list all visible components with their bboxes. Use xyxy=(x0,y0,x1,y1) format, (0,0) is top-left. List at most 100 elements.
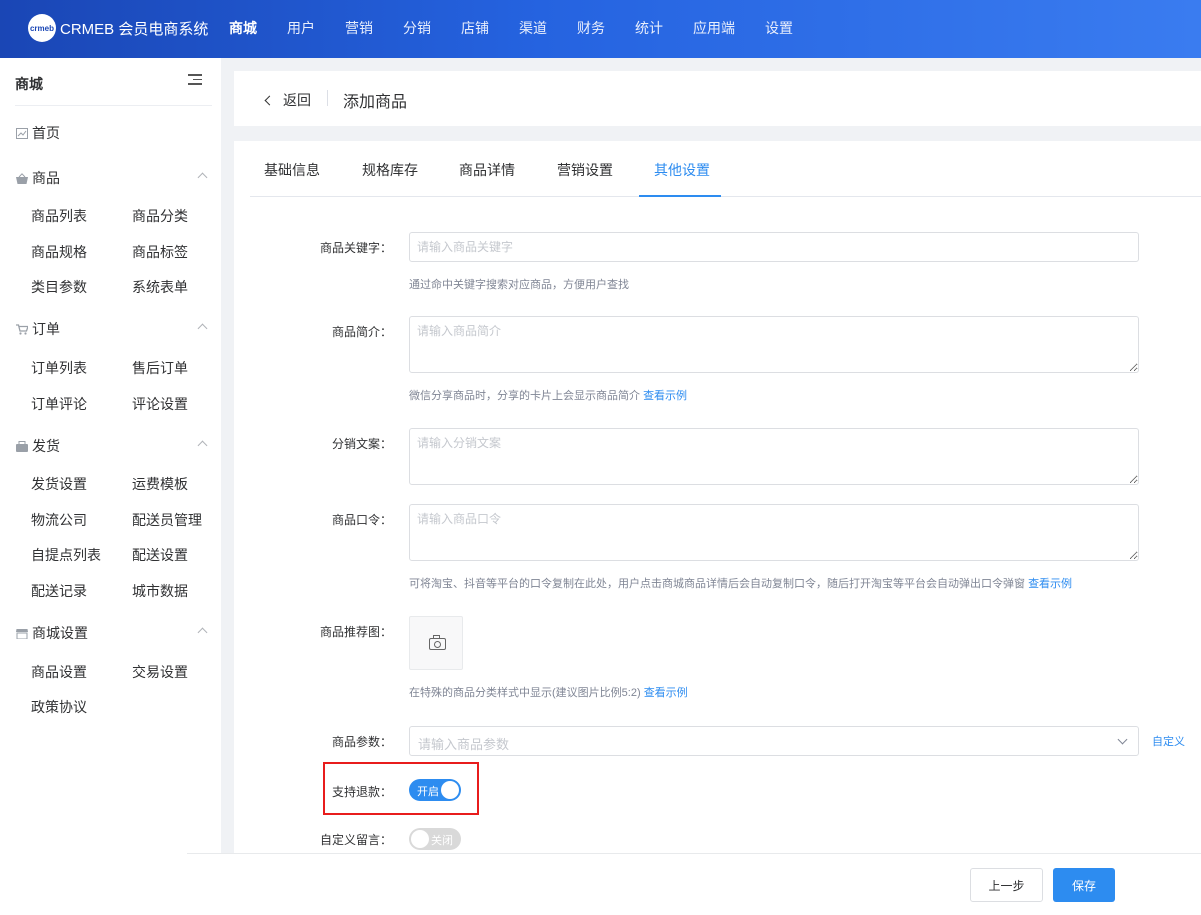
cart-icon xyxy=(16,323,28,335)
sidebar-item-city-data[interactable]: 城市数据 xyxy=(132,581,188,601)
tab-marketing-settings[interactable]: 营销设置 xyxy=(557,160,613,180)
sidebar-item-order-reviews[interactable]: 订单评论 xyxy=(31,394,87,414)
image-upload[interactable] xyxy=(409,616,463,670)
sidebar-item-freight-templates[interactable]: 运费模板 xyxy=(132,474,188,494)
nav-item-settings[interactable]: 设置 xyxy=(750,0,808,58)
sidebar-item-pickup-points[interactable]: 自提点列表 xyxy=(31,545,101,565)
prev-step-button[interactable]: 上一步 xyxy=(970,868,1043,902)
package-icon xyxy=(16,440,28,452)
params-select[interactable]: 请输入商品参数 xyxy=(409,726,1139,756)
logo-text: CRMEB 会员电商系统 xyxy=(60,20,209,38)
intro-tip: 微信分享商品时，分享的卡片上会显示商品简介 查看示例 xyxy=(409,387,687,403)
tab-product-detail[interactable]: 商品详情 xyxy=(459,160,515,180)
intro-textarea[interactable] xyxy=(409,316,1139,373)
recommend-image-example-link[interactable]: 查看示例 xyxy=(644,687,688,699)
sidebar-item-couriers[interactable]: 配送员管理 xyxy=(132,510,202,530)
sidebar-item-product-spec[interactable]: 商品规格 xyxy=(31,242,87,262)
sidebar-title: 商城 xyxy=(15,76,43,92)
sidebar-item-delivery-records[interactable]: 配送记录 xyxy=(31,581,87,601)
intro-label: 商品简介： xyxy=(331,325,392,339)
sidebar-item-label: 首页 xyxy=(32,125,60,141)
keywords-tip: 通过命中关键字搜索对应商品，方便用户查找 xyxy=(409,279,629,291)
sidebar-group-products[interactable]: 商品 xyxy=(16,168,208,188)
logo[interactable]: crmeb CRMEB 会员电商系统 xyxy=(28,14,208,42)
sidebar-group-mall-settings[interactable]: 商城设置 xyxy=(16,623,208,643)
sidebar-header: 商城 xyxy=(15,58,212,106)
custom-message-toggle[interactable]: 关闭 xyxy=(409,828,461,850)
product-form-card: 基础信息 规格库存 商品详情 营销设置 其他设置 商品关键字： 通过命中关键字搜… xyxy=(234,141,1201,915)
sidebar-item-product-category[interactable]: 商品分类 xyxy=(132,206,188,226)
params-label: 商品参数： xyxy=(331,735,392,749)
store-icon xyxy=(16,628,28,639)
sidebar-item-delivery-settings[interactable]: 配送设置 xyxy=(132,545,188,565)
password-tip-text: 可将淘宝、抖音等平台的口令复制在此处，用户点击商城商品详情后会自动复制口令，随后… xyxy=(409,578,1025,590)
distribution-copy-label: 分销文案： xyxy=(331,437,392,451)
nav-item-statistics[interactable]: 统计 xyxy=(620,0,678,58)
intro-tip-text: 微信分享商品时，分享的卡片上会显示商品简介 xyxy=(409,390,640,402)
nav-item-channels[interactable]: 渠道 xyxy=(504,0,562,58)
recommend-image-tip: 在特殊的商品分类样式中显示(建议图片比例5:2) 查看示例 xyxy=(409,684,688,700)
sidebar-item-product-list[interactable]: 商品列表 xyxy=(31,206,87,226)
collapse-menu-icon[interactable] xyxy=(188,74,202,86)
chevron-left-icon xyxy=(264,95,275,105)
sidebar-item-order-list[interactable]: 订单列表 xyxy=(31,358,87,378)
main-nav: 商城 用户 营销 分销 店铺 渠道 财务 统计 应用端 设置 xyxy=(214,0,808,58)
custom-message-label: 自定义留言： xyxy=(319,833,392,847)
nav-item-users[interactable]: 用户 xyxy=(272,0,330,58)
sidebar-item-policies[interactable]: 政策协议 xyxy=(31,697,87,717)
distribution-copy-textarea[interactable] xyxy=(409,428,1139,485)
sidebar-item-shipping-settings[interactable]: 发货设置 xyxy=(31,474,87,494)
password-example-link[interactable]: 查看示例 xyxy=(1028,578,1072,590)
custom-message-toggle-text: 关闭 xyxy=(431,835,453,847)
back-button[interactable]: 返回 xyxy=(264,90,311,110)
sidebar-item-category-params[interactable]: 类目参数 xyxy=(31,277,87,297)
keywords-input[interactable] xyxy=(409,232,1139,262)
tab-basic-info[interactable]: 基础信息 xyxy=(264,160,320,180)
sidebar-item-system-forms[interactable]: 系统表单 xyxy=(132,277,188,297)
back-label: 返回 xyxy=(283,92,311,108)
params-placeholder: 请输入商品参数 xyxy=(418,737,510,752)
form-tabs: 基础信息 规格库存 商品详情 营销设置 其他设置 xyxy=(250,141,1201,197)
camera-icon xyxy=(429,635,446,650)
sidebar-item-review-settings[interactable]: 评论设置 xyxy=(132,394,188,414)
save-button[interactable]: 保存 xyxy=(1053,868,1115,902)
sidebar-item-trade-settings[interactable]: 交易设置 xyxy=(132,662,188,682)
keywords-label: 商品关键字： xyxy=(319,241,392,255)
password-label: 商品口令： xyxy=(331,513,392,527)
sidebar-item-product-tags[interactable]: 商品标签 xyxy=(132,242,188,262)
chevron-up-icon xyxy=(197,627,208,638)
basket-icon xyxy=(16,172,28,184)
highlight-box xyxy=(323,762,479,815)
home-chart-icon xyxy=(16,127,28,139)
sidebar-item-product-settings[interactable]: 商品设置 xyxy=(31,662,87,682)
sidebar-group-label: 商城设置 xyxy=(32,625,88,641)
nav-item-mall[interactable]: 商城 xyxy=(214,0,272,58)
top-navbar: crmeb CRMEB 会员电商系统 商城 用户 营销 分销 店铺 渠道 财务 … xyxy=(0,0,1201,58)
password-textarea[interactable] xyxy=(409,504,1139,561)
sidebar-item-home[interactable]: 首页 xyxy=(16,123,206,143)
sidebar-group-orders[interactable]: 订单 xyxy=(16,319,208,339)
custom-params-link[interactable]: 自定义 xyxy=(1152,733,1185,749)
form-footer: 上一步 保存 xyxy=(187,853,1201,915)
password-tip: 可将淘宝、抖音等平台的口令复制在此处，用户点击商城商品详情后会自动复制口令，随后… xyxy=(409,575,1072,591)
sidebar-group-shipping[interactable]: 发货 xyxy=(16,436,208,456)
tab-spec-stock[interactable]: 规格库存 xyxy=(362,160,418,180)
tab-other-settings[interactable]: 其他设置 xyxy=(654,160,710,180)
nav-item-marketing[interactable]: 营销 xyxy=(330,0,388,58)
page-title: 添加商品 xyxy=(343,94,408,111)
nav-item-apps[interactable]: 应用端 xyxy=(678,0,750,58)
nav-item-stores[interactable]: 店铺 xyxy=(446,0,504,58)
chevron-up-icon xyxy=(197,172,208,183)
sidebar-group-label: 发货 xyxy=(32,438,60,454)
intro-example-link[interactable]: 查看示例 xyxy=(643,390,687,402)
recommend-image-label: 商品推荐图： xyxy=(319,625,392,639)
recommend-image-tip-text: 在特殊的商品分类样式中显示(建议图片比例5:2) xyxy=(409,687,641,699)
sidebar: 商城 首页 商品 商品列表 商品分类 商品规格 商品标签 类目参数 系统表单 订… xyxy=(0,58,221,915)
sidebar-item-logistics[interactable]: 物流公司 xyxy=(31,510,87,530)
sidebar-item-after-sales[interactable]: 售后订单 xyxy=(132,358,188,378)
chevron-up-icon xyxy=(197,323,208,334)
chevron-down-icon xyxy=(1117,734,1128,745)
nav-item-distribution[interactable]: 分销 xyxy=(388,0,446,58)
toggle-knob xyxy=(411,830,429,848)
nav-item-finance[interactable]: 财务 xyxy=(562,0,620,58)
